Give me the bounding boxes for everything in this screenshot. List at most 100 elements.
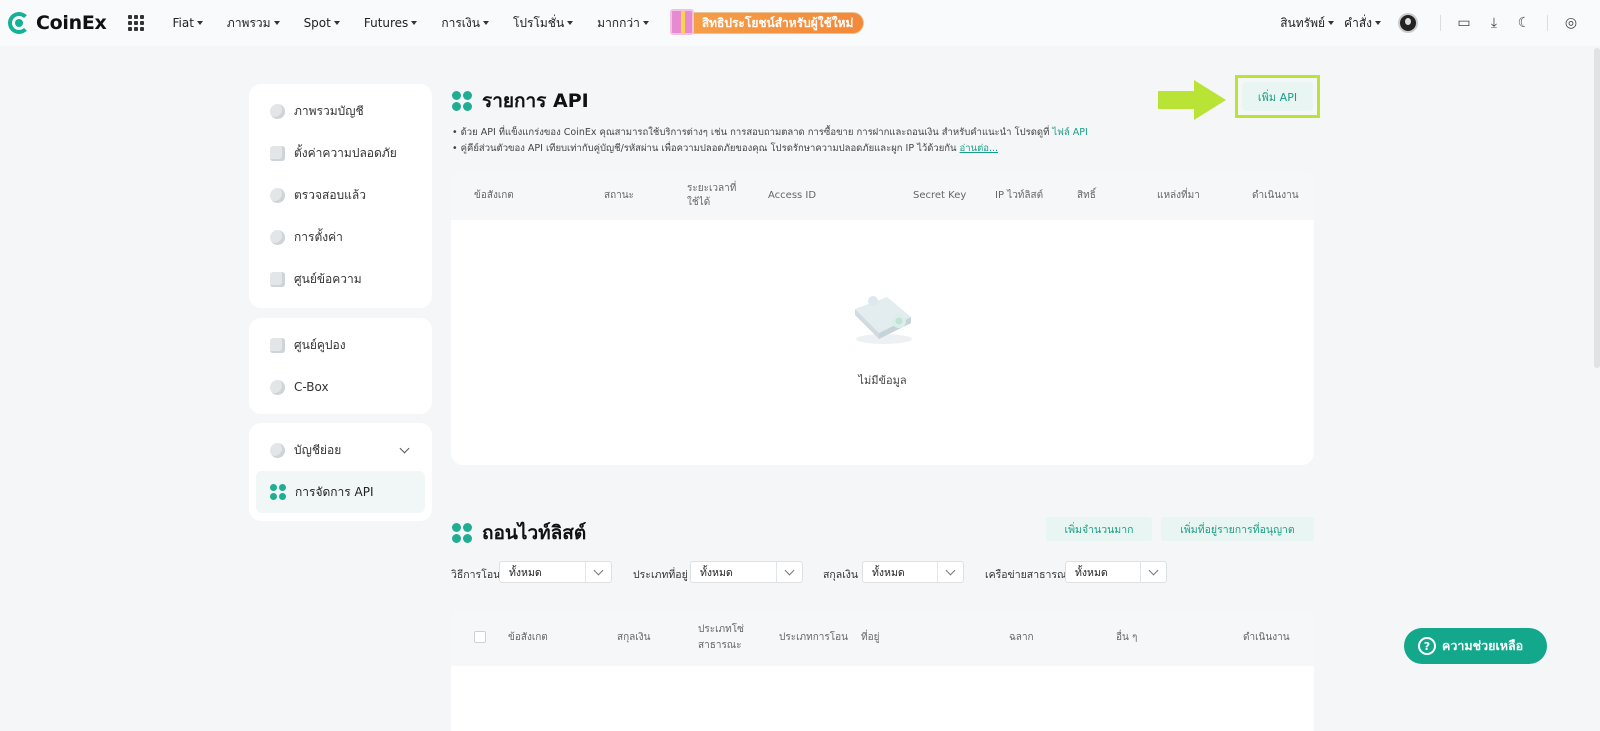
sidebar-item-security[interactable]: ตั้งค่าความปลอดภัย xyxy=(249,132,432,174)
col-remark: ข้อสังเกต xyxy=(474,190,514,201)
verified-icon xyxy=(270,187,285,203)
nav-spot[interactable]: Spot xyxy=(304,14,340,33)
api-docs-link[interactable]: ไฟล์ API xyxy=(1052,127,1087,138)
sidebar-item-label: ตั้งค่าความปลอดภัย xyxy=(294,145,397,160)
sidebar-item-messages[interactable]: ศูนย์ข้อความ xyxy=(249,258,432,300)
help-button[interactable]: ? ความช่วยเหลือ xyxy=(1404,628,1547,664)
address-type-select[interactable]: ทั้งหมด xyxy=(690,561,803,583)
sidebar-item-account-overview[interactable]: ภาพรวมบัญชี xyxy=(249,90,432,132)
nav-futures[interactable]: Futures xyxy=(364,14,418,33)
coinex-logo-icon xyxy=(8,12,30,34)
caret-down-icon xyxy=(1375,21,1381,25)
transfer-method-select[interactable]: ทั้งหมด xyxy=(499,561,612,583)
caret-down-icon xyxy=(567,21,574,25)
main-nav: Fiat ภาพรวม Spot Futures การเงิน โปรโมชั… xyxy=(160,14,660,33)
empty-box-icon xyxy=(855,296,912,344)
help-label: ความช่วยเหลือ xyxy=(1442,638,1524,653)
top-navbar: CoinEx Fiat ภาพรวม Spot Futures การเงิน … xyxy=(0,0,1600,46)
dark-mode-icon[interactable]: ☾ xyxy=(1509,15,1539,31)
sidebar-item-label: การตั้งค่า xyxy=(294,229,343,244)
shield-icon xyxy=(270,145,285,161)
col-chain-type: ประเภทโซ่ สาธารณะ xyxy=(698,624,744,651)
chevron-down-icon xyxy=(937,562,963,582)
chevron-down-icon xyxy=(585,562,611,582)
col-actions: ดำเนินงาน xyxy=(1252,190,1299,201)
select-all-checkbox[interactable] xyxy=(474,631,486,643)
sidebar-item-label: บัญชีย่อย xyxy=(294,442,342,457)
add-api-button[interactable]: เพิ่ม API xyxy=(1242,82,1313,111)
sidebar-item-api-management[interactable]: การจัดการ API xyxy=(256,471,425,513)
empty-state-text: ไม่มีข้อมูล xyxy=(858,374,907,387)
nav-finance[interactable]: การเงิน xyxy=(441,14,489,33)
nav-promotion[interactable]: โปรโมชั่น xyxy=(513,14,574,33)
caret-down-icon xyxy=(196,21,203,25)
currency-select[interactable]: ทั้งหมด xyxy=(862,561,964,583)
sidebar-item-coupon-center[interactable]: ศูนย์คูปอง xyxy=(249,324,432,366)
user-nav: สินทรัพย์ คำสั่ง ▭ ⤓ ☾ ◎ xyxy=(1275,13,1586,33)
divider xyxy=(1440,15,1441,31)
caret-down-icon xyxy=(1328,21,1335,25)
read-more-link[interactable]: อ่านต่อ... xyxy=(960,143,998,154)
caret-down-icon xyxy=(333,21,340,25)
apps-grid-icon[interactable] xyxy=(128,15,145,31)
avatar[interactable] xyxy=(1398,13,1418,33)
promo-label: สิทธิประโยชน์สำหรับผู้ใช้ใหม่ xyxy=(701,15,854,30)
cbox-icon xyxy=(270,379,285,395)
sidebar-item-label: ตรวจสอบแล้ว xyxy=(294,187,366,202)
nav-fiat[interactable]: Fiat xyxy=(172,14,203,33)
api-table-header: ข้อสังเกต สถานะ ระยะเวลาที่ ใช้ได้ Acces… xyxy=(451,172,1314,220)
caret-down-icon xyxy=(642,21,649,25)
nav-overview[interactable]: ภาพรวม xyxy=(227,14,280,33)
col-permissions: สิทธิ์ xyxy=(1077,190,1096,201)
col-transfer-type: ประเภทการโอน xyxy=(779,632,848,643)
sidebar-item-label: ภาพรวมบัญชี xyxy=(294,103,364,118)
nav-assets[interactable]: สินทรัพย์ xyxy=(1280,14,1335,33)
download-icon[interactable]: ⤓ xyxy=(1479,15,1509,31)
col-actions: ดำเนินงาน xyxy=(1243,632,1290,643)
col-access-id: Access ID xyxy=(768,190,817,201)
col-label: ฉลาก xyxy=(1009,632,1034,643)
caret-down-icon xyxy=(482,21,489,25)
page-title: รายการ API xyxy=(482,90,589,112)
api-note-1: • ด้วย API ที่แข็งแกร่งของ CoinEx คุณสาม… xyxy=(452,127,1088,138)
sidebar-item-cbox[interactable]: C-Box xyxy=(249,366,432,408)
page-scrollbar[interactable] xyxy=(1594,48,1600,368)
sidebar-item-verification[interactable]: ตรวจสอบแล้ว xyxy=(249,174,432,216)
filter-label-currency: สกุลเงิน xyxy=(823,569,859,581)
chevron-down-icon xyxy=(1140,562,1166,582)
sidebar-item-subaccount[interactable]: บัญชีย่อย xyxy=(249,429,432,471)
api-icon xyxy=(452,91,472,111)
sidebar-item-settings[interactable]: การตั้งค่า xyxy=(249,216,432,258)
col-secret-key: Secret Key xyxy=(913,190,967,201)
question-icon: ? xyxy=(1418,637,1436,655)
whitelist-title: ถอนไวท์ลิสต์ xyxy=(452,518,586,548)
network-select[interactable]: ทั้งหมด xyxy=(1065,561,1167,583)
arrow-right-icon xyxy=(1158,80,1226,120)
sidebar-rewards-group: ศูนย์คูปอง C-Box xyxy=(249,318,432,414)
message-icon[interactable]: ▭ xyxy=(1449,15,1479,31)
col-remark: ข้อสังเกต xyxy=(508,632,548,643)
add-whitelist-address-button[interactable]: เพิ่มที่อยู่รายการที่อนุญาต xyxy=(1161,517,1314,541)
sidebar-item-label: ศูนย์คูปอง xyxy=(294,337,346,352)
pie-chart-icon xyxy=(270,103,285,119)
gear-icon xyxy=(270,229,285,245)
coupon-icon xyxy=(270,337,285,353)
bulk-add-button[interactable]: เพิ่มจำนวนมาก xyxy=(1046,517,1152,541)
section-title: ถอนไวท์ลิสต์ xyxy=(482,522,587,544)
subaccount-icon xyxy=(270,442,285,458)
nav-more[interactable]: มากกว่า xyxy=(597,14,649,33)
new-user-promo-banner[interactable]: สิทธิประโยชน์สำหรับผู้ใช้ใหม่ xyxy=(669,9,865,35)
gift-icon xyxy=(669,9,694,35)
col-ip-whitelist: IP ไวท์ลิสต์ xyxy=(995,190,1044,201)
divider xyxy=(1547,15,1548,31)
api-note-2: • คู่คีย์ส่วนตัวของ API เทียบเท่ากับคู่บ… xyxy=(452,143,999,154)
message-center-icon xyxy=(270,271,285,287)
coinex-logo[interactable]: CoinEx xyxy=(8,12,107,34)
col-other: อื่น ๆ xyxy=(1116,632,1138,643)
sidebar-account-group: ภาพรวมบัญชี ตั้งค่าความปลอดภัย ตรวจสอบแล… xyxy=(249,84,432,308)
col-currency: สกุลเงิน xyxy=(617,632,651,643)
api-list-title: รายการ API xyxy=(452,86,589,116)
col-validity: ระยะเวลาที่ ใช้ได้ xyxy=(687,183,737,208)
globe-icon[interactable]: ◎ xyxy=(1556,15,1586,31)
nav-orders[interactable]: คำสั่ง xyxy=(1344,14,1381,33)
